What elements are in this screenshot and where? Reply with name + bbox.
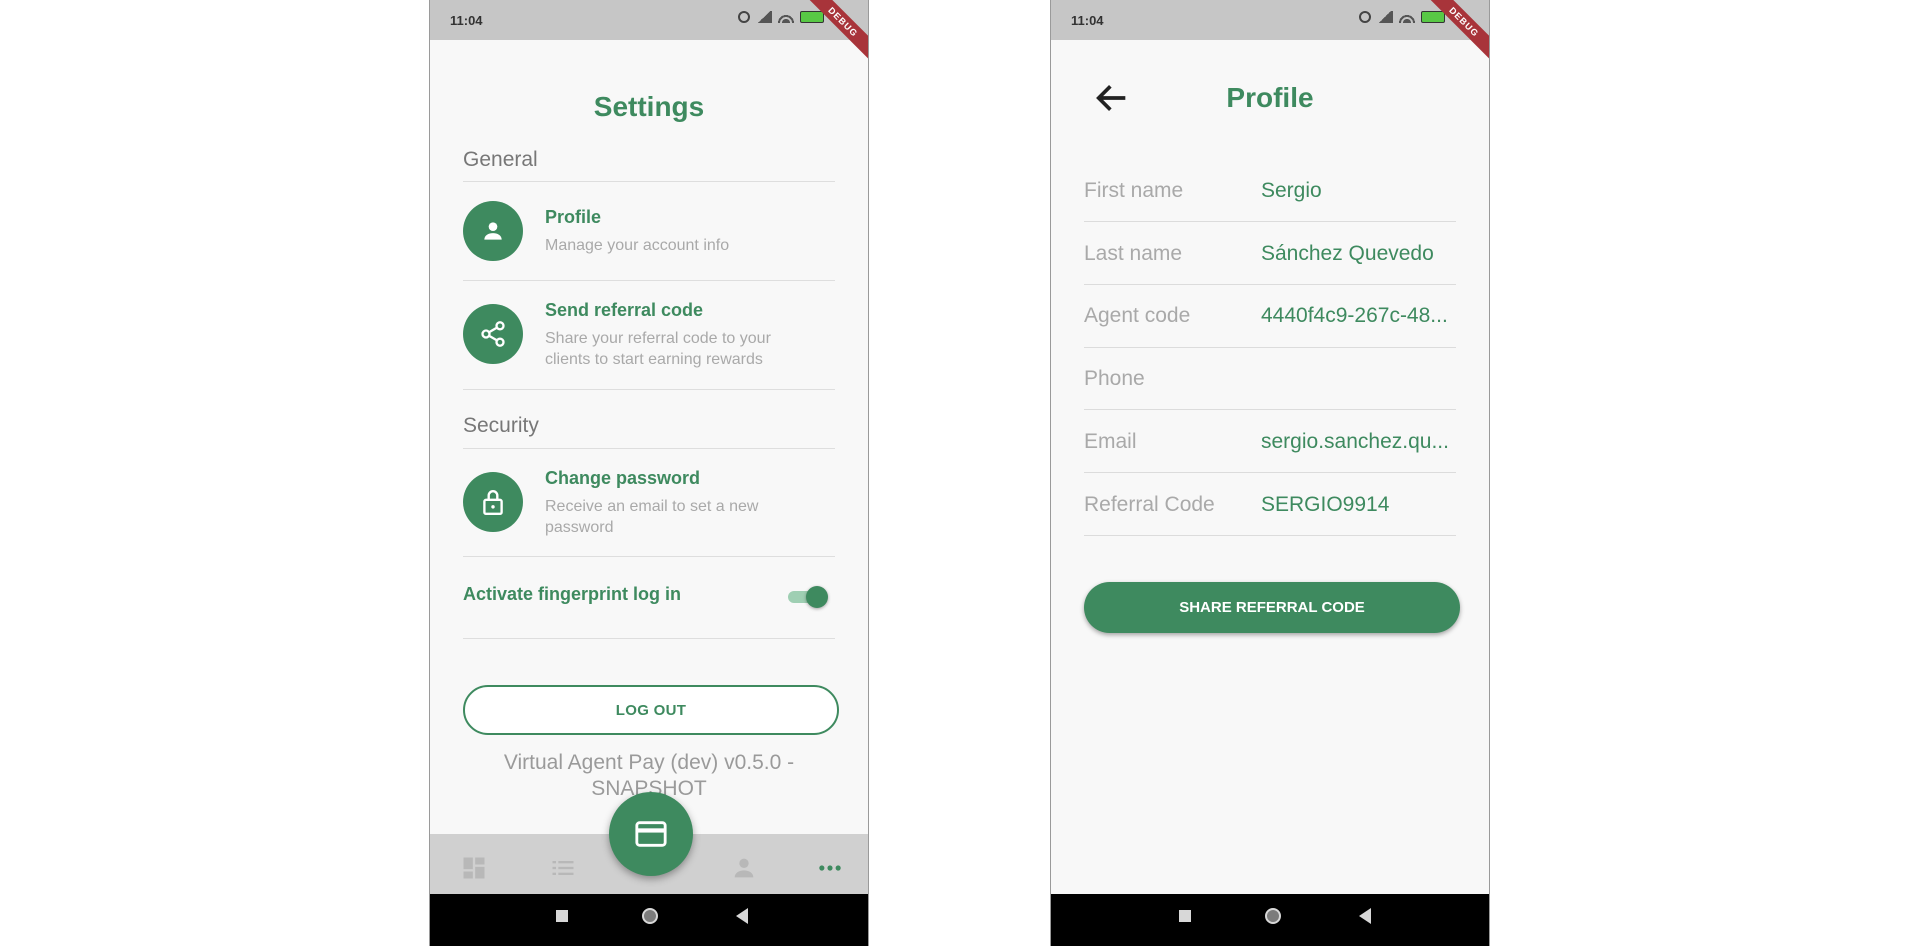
debug-banner: DEBUG	[1419, 0, 1489, 67]
divider	[463, 181, 835, 182]
profile-screen: 11:04 DEBUG Profile First name Sergio La…	[1050, 0, 1490, 946]
field-label: First name	[1084, 179, 1184, 202]
recent-apps-button[interactable]	[1179, 910, 1191, 922]
home-button[interactable]	[642, 908, 658, 924]
share-referral-code-button[interactable]: SHARE REFERRAL CODE	[1084, 582, 1460, 633]
divider	[1084, 347, 1456, 348]
card-fab-button[interactable]	[609, 792, 693, 876]
field-label: Referral Code	[1084, 493, 1215, 516]
section-security-label: Security	[463, 414, 539, 437]
status-icons	[738, 11, 824, 23]
status-bar: 11:04 DEBUG	[430, 0, 868, 67]
field-label: Agent code	[1084, 304, 1191, 327]
signal-icon	[1377, 11, 1393, 23]
recent-apps-button[interactable]	[556, 910, 568, 922]
section-general-label: General	[463, 148, 538, 171]
fingerprint-toggle[interactable]	[788, 585, 828, 608]
page-title: Settings	[593, 91, 705, 122]
home-button[interactable]	[1265, 908, 1281, 924]
field-value: Sánchez Quevedo	[1261, 242, 1434, 265]
status-time: 11:04	[1071, 13, 1104, 28]
settings-item-subtitle: Manage your account info	[545, 237, 730, 254]
field-value: Sergio	[1261, 179, 1322, 202]
divider	[463, 389, 835, 390]
battery-icon	[1421, 11, 1445, 23]
settings-item-title: Profile	[545, 207, 602, 227]
divider	[1084, 472, 1456, 473]
alarm-icon	[1359, 11, 1371, 23]
divider	[1084, 409, 1456, 410]
person-icon[interactable]	[730, 854, 758, 887]
field-label: Phone	[1084, 367, 1145, 390]
debug-banner: DEBUG	[798, 0, 868, 67]
signal-icon	[756, 11, 772, 23]
settings-item-subtitle: Share your referral code to your clients…	[545, 330, 771, 368]
field-value: sergio.sanchez.qu...	[1261, 430, 1449, 453]
divider	[463, 448, 835, 449]
wifi-icon	[778, 11, 794, 23]
divider	[1084, 284, 1456, 285]
lock-icon	[463, 472, 523, 532]
more-icon[interactable]	[816, 854, 844, 887]
dashboard-icon[interactable]	[460, 854, 488, 887]
person-icon	[463, 201, 523, 261]
field-label: Last name	[1084, 242, 1183, 265]
alarm-icon	[738, 11, 750, 23]
settings-item-title: Send referral code	[545, 300, 704, 320]
fingerprint-label: Activate fingerprint log in	[463, 584, 682, 604]
wifi-icon	[1399, 11, 1415, 23]
status-bar: 11:04 DEBUG	[1051, 0, 1489, 67]
status-icons	[1359, 11, 1445, 23]
settings-screen: 11:04 DEBUG Settings General Profile Man…	[429, 0, 869, 946]
card-icon	[635, 821, 667, 847]
toggle-thumb	[806, 586, 828, 608]
divider	[463, 638, 835, 639]
share-icon	[463, 304, 523, 364]
divider	[463, 556, 835, 557]
field-value: 4440f4c9-267c-48...	[1261, 304, 1448, 327]
settings-item-subtitle: Receive an email to set a new password	[545, 498, 759, 536]
logout-button[interactable]: LOG OUT	[463, 685, 839, 735]
back-button[interactable]	[736, 908, 748, 924]
divider	[1084, 535, 1456, 536]
settings-item-title: Change password	[545, 468, 701, 488]
divider	[1084, 221, 1456, 222]
list-icon[interactable]	[548, 854, 578, 887]
status-time: 11:04	[450, 13, 483, 28]
back-button[interactable]	[1359, 908, 1371, 924]
battery-icon	[800, 11, 824, 23]
system-nav-bar	[430, 894, 868, 946]
divider	[463, 280, 835, 281]
field-value: SERGIO9914	[1261, 493, 1390, 516]
page-title: Profile	[1226, 82, 1314, 113]
field-label: Email	[1084, 430, 1137, 453]
system-nav-bar	[1051, 894, 1489, 946]
